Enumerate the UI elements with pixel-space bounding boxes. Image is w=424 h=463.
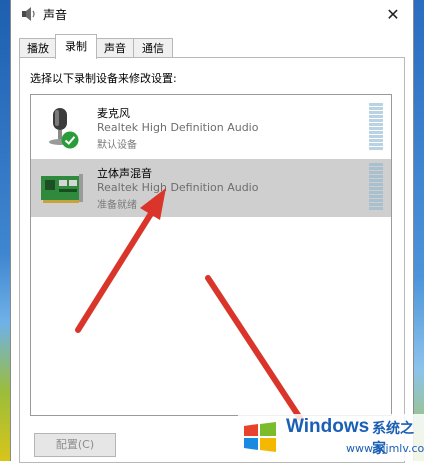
watermark-url: www.bjjmlv.com (346, 442, 424, 455)
sound-card-icon (41, 174, 83, 203)
device-status: 准备就绪 (97, 200, 137, 211)
configure-button[interactable]: 配置(C) (34, 433, 116, 457)
tab-communications[interactable]: 通信 (133, 38, 173, 58)
title-bar: 声音 ✕ (11, 0, 413, 28)
windows-logo-icon (244, 422, 276, 452)
recording-panel: 选择以下录制设备来修改设置: 麦克风 Realtek High Definiti… (19, 57, 405, 463)
device-status: 默认设备 (97, 140, 137, 151)
close-button[interactable]: ✕ (373, 0, 413, 28)
device-description: Realtek High Definition Audio (97, 121, 259, 134)
close-icon: ✕ (386, 4, 400, 24)
device-list[interactable]: 麦克风 Realtek High Definition Audio 默认设备 立… (30, 94, 392, 416)
sound-dialog: 声音 ✕ 播放 录制 声音 通信 选择以下录制设备来修改设置: 麦克风 Real… (10, 0, 414, 463)
instruction-text: 选择以下录制设备来修改设置: (30, 72, 177, 85)
tab-sounds[interactable]: 声音 (95, 38, 135, 58)
check-icon (61, 131, 79, 149)
watermark: Windows 系统之家 www.bjjmlv.com (238, 414, 424, 461)
device-item-stereo-mix[interactable]: 立体声混音 Realtek High Definition Audio 准备就绪 (31, 159, 391, 217)
level-meter (369, 163, 383, 211)
window-title: 声音 (43, 8, 68, 22)
device-name: 立体声混音 (97, 167, 152, 180)
level-meter (369, 103, 383, 151)
speaker-icon (22, 7, 35, 21)
device-description: Realtek High Definition Audio (97, 181, 259, 194)
device-item-microphone[interactable]: 麦克风 Realtek High Definition Audio 默认设备 (31, 99, 391, 157)
watermark-brand: Windows (286, 416, 370, 437)
tab-recording[interactable]: 录制 (55, 34, 97, 59)
device-name: 麦克风 (97, 107, 130, 120)
tab-playback[interactable]: 播放 (19, 38, 57, 58)
